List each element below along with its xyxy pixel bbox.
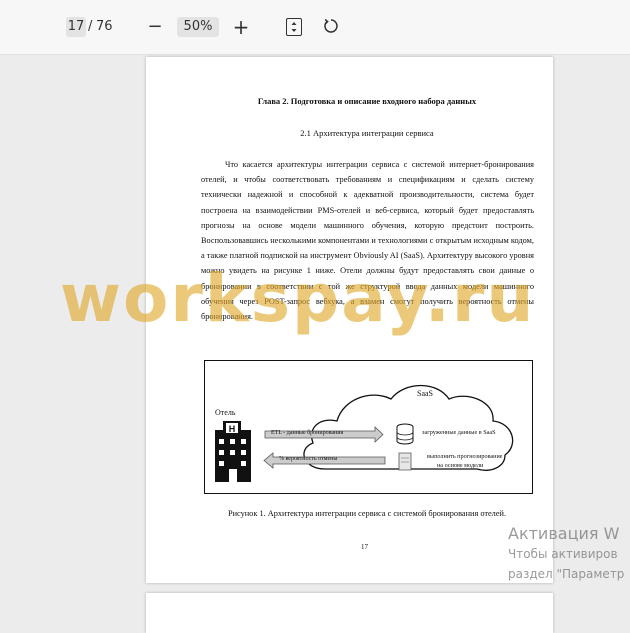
zoom-in-button[interactable]: + xyxy=(232,17,250,37)
pdf-page: Глава 2. Подготовка и описание входного … xyxy=(146,57,553,583)
pdf-toolbar: 17 / 76 − 50% + xyxy=(0,0,630,55)
probability-arrow-label: % вероятность отмены xyxy=(279,456,338,462)
fit-page-icon xyxy=(291,22,297,32)
page-number: 17 xyxy=(361,543,368,551)
architecture-diagram: H xyxy=(215,385,514,482)
svg-text:H: H xyxy=(229,424,236,434)
body-paragraph: Что касается архитектуры интеграции серв… xyxy=(201,160,534,322)
zoom-level[interactable]: 50% xyxy=(177,17,219,37)
page-separator: / xyxy=(88,19,93,34)
fit-to-page-button[interactable] xyxy=(286,18,302,36)
hotel-building-icon: H xyxy=(215,421,251,482)
loaded-data-label: загруженные данные в SaaS xyxy=(422,429,496,436)
zoom-out-button[interactable]: − xyxy=(147,17,163,37)
prediction-label-line2: на основе модели xyxy=(437,462,484,469)
etl-arrow-label: ETL - данные бронирования xyxy=(271,430,344,436)
next-pdf-page xyxy=(146,593,553,633)
rotate-button[interactable] xyxy=(323,18,339,34)
rotate-icon xyxy=(324,18,338,33)
database-icon xyxy=(396,423,414,445)
figure-caption: Рисунок 1. Архитектура интеграции сервис… xyxy=(227,509,507,518)
current-page-input[interactable]: 17 xyxy=(66,17,86,37)
chapter-title: Глава 2. Подготовка и описание входного … xyxy=(257,96,477,106)
total-pages: 76 xyxy=(96,19,113,34)
model-server-icon xyxy=(398,452,412,471)
saas-label: SaaS xyxy=(417,389,433,398)
prediction-label-line1: выполнить прогнозирование xyxy=(427,453,503,460)
hotel-label: Отель xyxy=(215,408,236,417)
section-title: 2.1 Архитектура интеграции сервиса xyxy=(300,128,434,138)
architecture-figure: H SaaS Отель ETL - данные бронирования %… xyxy=(204,360,533,494)
